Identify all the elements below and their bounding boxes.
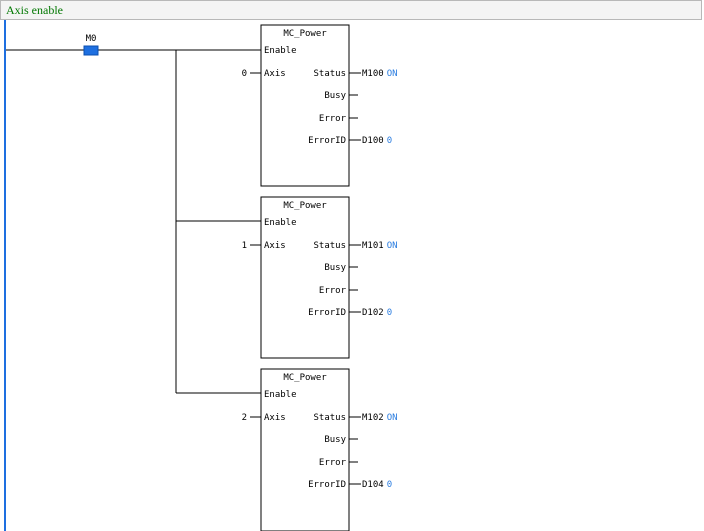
busy-pin-label: Busy: [324, 91, 346, 101]
status-variable: M100: [362, 69, 384, 79]
ladder-rung: M0 MC_Power Enable Axis Status Busy Erro…: [6, 24, 398, 531]
errorid-pin-label: ErrorID: [308, 308, 346, 318]
status-variable: M102: [362, 413, 384, 423]
errorid-online-value: 0: [387, 136, 392, 146]
errorid-pin-label: ErrorID: [308, 480, 346, 490]
errorid-pin-label: ErrorID: [308, 136, 346, 146]
axis-pin-label: Axis: [264, 69, 286, 79]
status-pin-label: Status: [313, 69, 346, 79]
errorid-online-value: 0: [387, 480, 392, 490]
status-online-value: ON: [387, 69, 398, 79]
contact-m0[interactable]: M0: [83, 34, 99, 56]
enable-pin-label: Enable: [264, 390, 297, 400]
status-pin-label: Status: [313, 241, 346, 251]
errorid-variable: D100: [362, 136, 384, 146]
mc-power-block-2[interactable]: MC_Power Enable Axis Status Busy Error E…: [242, 196, 398, 359]
contact-label: M0: [86, 34, 97, 44]
axis-pin-label: Axis: [264, 413, 286, 423]
status-online-value: ON: [387, 413, 398, 423]
block-title: MC_Power: [283, 201, 327, 211]
error-pin-label: Error: [319, 114, 347, 124]
errorid-variable: D102: [362, 308, 384, 318]
contact-m0-symbol[interactable]: [83, 45, 99, 56]
enable-pin-label: Enable: [264, 218, 297, 228]
status-output[interactable]: M102 ON: [362, 413, 398, 423]
busy-pin-label: Busy: [324, 263, 346, 273]
busy-pin-label: Busy: [324, 435, 346, 445]
status-pin-label: Status: [313, 413, 346, 423]
errorid-variable: D104: [362, 480, 384, 490]
axis-constant[interactable]: 1: [242, 241, 247, 251]
status-output[interactable]: M101 ON: [362, 241, 398, 251]
errorid-online-value: 0: [387, 308, 392, 318]
error-pin-label: Error: [319, 286, 347, 296]
block-title: MC_Power: [283, 29, 327, 39]
block-title: MC_Power: [283, 373, 327, 383]
enable-pin-label: Enable: [264, 46, 297, 56]
errorid-output[interactable]: D102 0: [362, 308, 392, 318]
ladder-editor[interactable]: Axis enable M0 MC_Power Enable Axis Stat…: [0, 0, 704, 531]
errorid-output[interactable]: D104 0: [362, 480, 392, 490]
errorid-output[interactable]: D100 0: [362, 136, 392, 146]
axis-constant[interactable]: 2: [242, 413, 247, 423]
axis-constant[interactable]: 0: [242, 69, 247, 79]
status-online-value: ON: [387, 241, 398, 251]
status-variable: M101: [362, 241, 384, 251]
axis-pin-label: Axis: [264, 241, 286, 251]
mc-power-block-1[interactable]: MC_Power Enable Axis Status Busy Error E…: [242, 24, 398, 187]
error-pin-label: Error: [319, 458, 347, 468]
status-output[interactable]: M100 ON: [362, 69, 398, 79]
mc-power-block-3[interactable]: MC_Power Enable Axis Status Busy Error E…: [242, 368, 398, 531]
